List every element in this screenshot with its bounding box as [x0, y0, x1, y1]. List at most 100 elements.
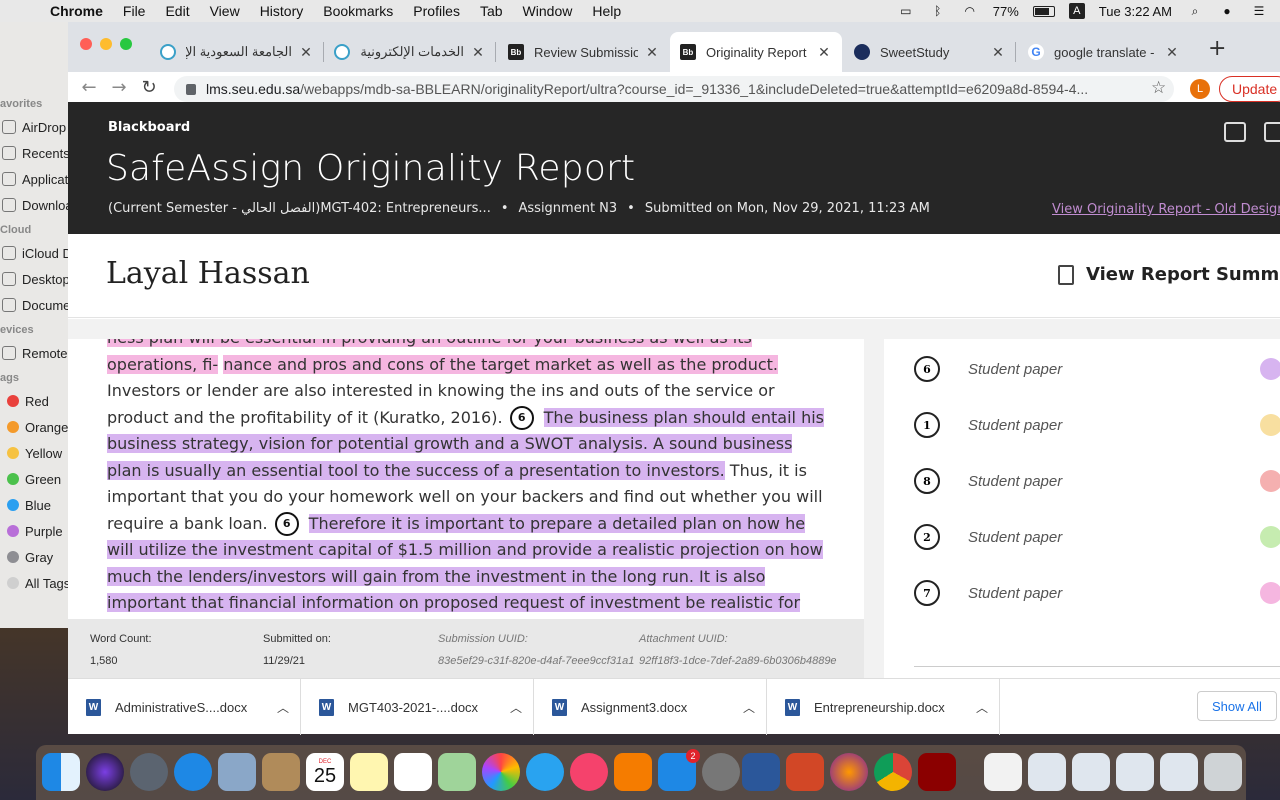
finder-tag-item[interactable]: Blue: [0, 492, 70, 518]
source-row[interactable]: 6 Student paper: [914, 349, 1280, 389]
tab-sweetstudy[interactable]: SweetStudy ✕: [844, 32, 1016, 72]
screenshot-dock-icon[interactable]: [1160, 753, 1198, 791]
menubar-clock[interactable]: Tue 3:22 AM: [1099, 4, 1172, 19]
tab-seu-services[interactable]: الخدمات الإلكترونية - الجامعة ✕: [324, 32, 496, 72]
chevron-up-icon[interactable]: ︿: [732, 699, 766, 716]
highlighter-icon[interactable]: [1260, 358, 1280, 380]
menu-profiles[interactable]: Profiles: [403, 3, 470, 19]
firefox-dock-icon[interactable]: [830, 753, 868, 791]
tab-google-translate[interactable]: G google translate - G ✕: [1018, 32, 1190, 72]
input-source-icon[interactable]: A: [1068, 3, 1085, 19]
trash-dock-icon[interactable]: [1204, 753, 1242, 791]
citation-marker[interactable]: 6: [509, 406, 534, 430]
document-dock-icon[interactable]: [984, 753, 1022, 791]
close-window-button[interactable]: [80, 38, 92, 50]
menu-edit[interactable]: Edit: [155, 3, 199, 19]
preview-dock-icon[interactable]: [218, 753, 256, 791]
finder-tag-item[interactable]: Yellow: [0, 440, 70, 466]
menu-history[interactable]: History: [250, 3, 314, 19]
highlighter-icon[interactable]: [1260, 470, 1280, 492]
launchpad-dock-icon[interactable]: [130, 753, 168, 791]
print-icon[interactable]: [1224, 122, 1246, 142]
music-dock-icon[interactable]: [570, 753, 608, 791]
finder-dock-icon[interactable]: [42, 753, 80, 791]
finder-item-icloud-drive[interactable]: iCloud Drive: [0, 240, 70, 266]
reminders-dock-icon[interactable]: [394, 753, 432, 791]
download-item[interactable]: W Entrepreneurship.docx ︿: [767, 679, 1000, 735]
screenshot-dock-icon[interactable]: [1072, 753, 1110, 791]
tab-seu-home[interactable]: الجامعة السعودية الإلكترونية ✕: [150, 32, 324, 72]
powerpoint-dock-icon[interactable]: [786, 753, 824, 791]
messages-dock-icon[interactable]: [526, 753, 564, 791]
menu-help[interactable]: Help: [582, 3, 631, 19]
finder-item-airdrop[interactable]: AirDrop: [0, 114, 70, 140]
siri-dock-icon[interactable]: [86, 753, 124, 791]
menu-view[interactable]: View: [200, 3, 250, 19]
download-item[interactable]: W MGT403-2021-....docx ︿: [301, 679, 534, 735]
finder-item-downloads[interactable]: Downloads: [0, 192, 70, 218]
close-tab-icon[interactable]: ✕: [644, 44, 660, 61]
highlighter-icon[interactable]: [1260, 582, 1280, 604]
finder-tag-item[interactable]: Red: [0, 388, 70, 414]
bookmark-star-icon[interactable]: ☆: [1151, 78, 1166, 98]
view-old-design-link[interactable]: View Originality Report - Old Design: [1052, 202, 1280, 217]
screenshot-dock-icon[interactable]: [1028, 753, 1066, 791]
tab-review-submission[interactable]: Bb Review Submission ✕: [498, 32, 670, 72]
citation-marker[interactable]: 6: [274, 512, 299, 536]
finder-item-remote-disc[interactable]: Remote Disc: [0, 340, 70, 366]
books-dock-icon[interactable]: [614, 753, 652, 791]
close-tab-icon[interactable]: ✕: [1164, 44, 1180, 61]
source-row[interactable]: 8 Student paper: [914, 461, 1280, 501]
notes-dock-icon[interactable]: [350, 753, 388, 791]
highlighter-icon[interactable]: [1260, 414, 1280, 436]
finder-item-applications[interactable]: Applications: [0, 166, 70, 192]
battery-icon[interactable]: [1032, 5, 1055, 17]
highlighted-match[interactable]: nance and pros and cons of the target ma…: [223, 354, 778, 374]
menu-bookmarks[interactable]: Bookmarks: [313, 3, 403, 19]
menu-file[interactable]: File: [113, 3, 156, 19]
menu-app-name[interactable]: Chrome: [40, 3, 113, 19]
screenshot-dock-icon[interactable]: [1116, 753, 1154, 791]
profile-avatar[interactable]: L: [1190, 79, 1210, 99]
photos-dock-icon[interactable]: [482, 753, 520, 791]
download-item[interactable]: W AdministrativeS....docx ︿: [68, 679, 301, 735]
source-row[interactable]: 7 Student paper: [914, 573, 1280, 613]
lock-icon[interactable]: [186, 83, 196, 95]
source-row[interactable]: 2 Student paper: [914, 517, 1280, 557]
address-bar[interactable]: lms.seu.edu.sa/webapps/mdb-sa-BBLEARN/or…: [174, 76, 1174, 102]
system-preferences-dock-icon[interactable]: [702, 753, 740, 791]
finder-tag-item[interactable]: Purple: [0, 518, 70, 544]
update-chrome-button[interactable]: Update: [1219, 76, 1280, 102]
contacts-dock-icon[interactable]: [262, 753, 300, 791]
calendar-dock-icon[interactable]: DEC 25: [306, 753, 344, 791]
menu-window[interactable]: Window: [513, 3, 583, 19]
maps-dock-icon[interactable]: [438, 753, 476, 791]
siri-icon[interactable]: ●: [1218, 4, 1236, 18]
word-dock-icon[interactable]: [742, 753, 780, 791]
finder-tag-item[interactable]: Orange: [0, 414, 70, 440]
finder-item-desktop[interactable]: Desktop: [0, 266, 70, 292]
minimize-window-button[interactable]: [100, 38, 112, 50]
menu-tab[interactable]: Tab: [470, 3, 513, 19]
finder-tag-item[interactable]: All Tags...: [0, 570, 70, 596]
tab-originality-report[interactable]: Bb Originality Report ✕: [670, 32, 842, 72]
close-tab-icon[interactable]: ✕: [470, 44, 486, 61]
show-all-downloads-button[interactable]: Show All: [1197, 691, 1277, 721]
zoom-window-button[interactable]: [120, 38, 132, 50]
download-item[interactable]: W Assignment3.docx ︿: [534, 679, 767, 735]
back-arrow-icon[interactable]: ←: [74, 77, 104, 98]
finder-item-recents[interactable]: Recents: [0, 140, 70, 166]
wifi-icon[interactable]: ◠: [961, 4, 979, 18]
forward-arrow-icon[interactable]: →: [104, 77, 134, 98]
app-store-dock-icon[interactable]: 2: [658, 749, 700, 791]
chevron-up-icon[interactable]: ︿: [965, 699, 999, 716]
finder-item-documents[interactable]: Documents: [0, 292, 70, 318]
airplay-icon[interactable]: ▭: [897, 4, 915, 18]
close-tab-icon[interactable]: ✕: [816, 44, 832, 61]
close-tab-icon[interactable]: ✕: [298, 44, 314, 61]
flash-player-dock-icon[interactable]: [918, 753, 956, 791]
source-row[interactable]: 1 Student paper: [914, 405, 1280, 445]
safari-dock-icon[interactable]: [174, 753, 212, 791]
reload-icon[interactable]: ↻: [134, 77, 164, 98]
view-report-summary-button[interactable]: View Report Summary: [1058, 264, 1280, 285]
